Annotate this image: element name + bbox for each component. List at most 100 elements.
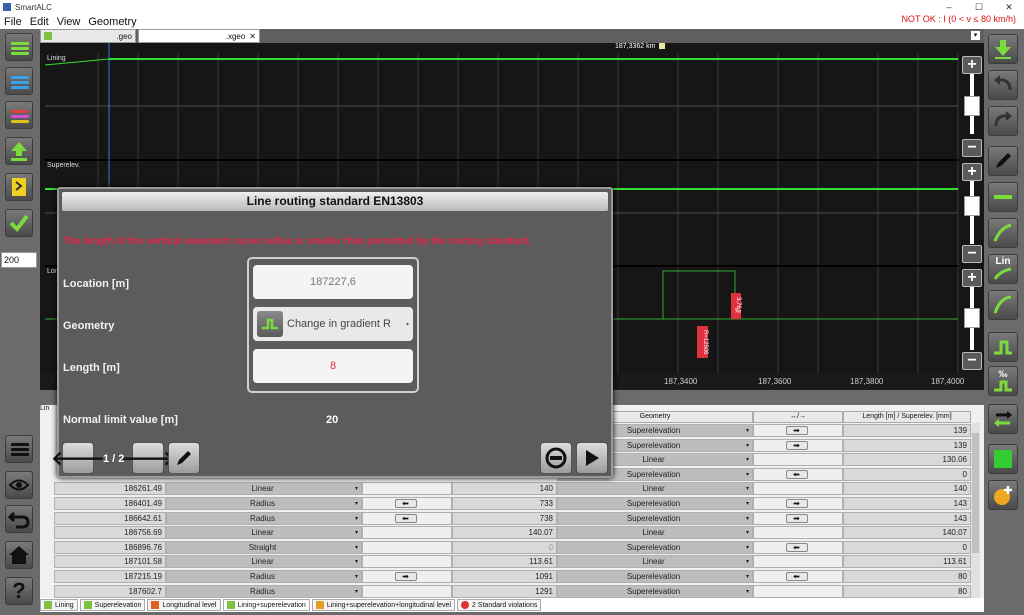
- cell-geom2[interactable]: Linear ▾: [557, 482, 753, 496]
- cell-geom1[interactable]: Radius ▾: [166, 584, 362, 598]
- straight-line-icon[interactable]: [988, 182, 1018, 212]
- minimize-button[interactable]: –: [934, 2, 964, 13]
- cell-geom1[interactable]: Radius ▾: [166, 497, 362, 510]
- direction-arrow-icon[interactable]: ⬅: [785, 469, 808, 479]
- lining-layer-button[interactable]: [5, 33, 33, 61]
- zoom-in-button[interactable]: +: [962, 269, 982, 287]
- cell-arrow1[interactable]: ⬅: [362, 511, 452, 525]
- cell-geom1[interactable]: Radius ▾: [166, 511, 362, 525]
- direction-arrow-icon[interactable]: ➡: [785, 499, 808, 508]
- menu-geometry[interactable]: Geometry: [84, 16, 140, 28]
- cell-arrow1[interactable]: [362, 555, 452, 569]
- eye-icon[interactable]: [5, 471, 33, 499]
- table-row[interactable]: 187602.7 Radius ▾ 1291 Superelevation ▾ 80: [54, 584, 971, 599]
- home-icon[interactable]: [5, 541, 33, 569]
- zoom-slider-handle[interactable]: [964, 196, 980, 216]
- zoom-in-button[interactable]: +: [962, 163, 982, 181]
- column-header-direction[interactable]: ↔/→: [753, 411, 843, 423]
- cell-arrow1[interactable]: [362, 482, 452, 496]
- cell-geom2[interactable]: Superelevation ▾: [557, 584, 753, 598]
- help-icon[interactable]: ?: [5, 577, 33, 605]
- redo-icon[interactable]: [988, 106, 1018, 136]
- cell-arrow2[interactable]: ➡: [753, 424, 843, 437]
- next-arrow-icon[interactable]: 🡒: [121, 442, 175, 474]
- cell-arrow2[interactable]: [753, 453, 843, 467]
- undo-back-icon[interactable]: [5, 505, 33, 533]
- cell-geom2[interactable]: Superelevation ▾: [557, 511, 753, 525]
- cell-arrow1[interactable]: [362, 584, 452, 598]
- edit-pencil-icon[interactable]: [988, 146, 1018, 176]
- table-row[interactable]: 186896.76 Straight ▾ 0 Superelevation ▾ ⬅ 0: [54, 540, 971, 555]
- lining-mode-button[interactable]: Lin: [988, 254, 1018, 284]
- table-row[interactable]: 186642.61 Radius ▾ ⬅ 738 Superelevation ▾ ➡ 143: [54, 511, 971, 526]
- cell-geom1[interactable]: Linear ▾: [166, 482, 362, 496]
- cell-geom2[interactable]: Linear ▾: [557, 526, 753, 540]
- tab-close-icon[interactable]: ✕: [249, 32, 256, 41]
- transition-curve-icon[interactable]: [988, 290, 1018, 320]
- check-icon[interactable]: [5, 209, 33, 237]
- superelevation-layer-button[interactable]: [5, 67, 33, 95]
- direction-arrow-icon[interactable]: ➡: [394, 572, 417, 581]
- table-scrollbar[interactable]: [971, 423, 980, 598]
- longitudinal-layer-button[interactable]: [5, 101, 33, 129]
- swap-arrows-icon[interactable]: [988, 404, 1018, 434]
- length-field[interactable]: 8: [253, 349, 413, 383]
- cell-arrow1[interactable]: ⬅: [362, 497, 452, 510]
- cell-arrow2[interactable]: ⬅: [753, 540, 843, 554]
- cell-arrow2[interactable]: ➡: [753, 511, 843, 525]
- menu-view[interactable]: View: [53, 16, 85, 28]
- bottom-tab-violations[interactable]: 2 Standard violations: [456, 599, 542, 611]
- cell-arrow2[interactable]: ➡: [753, 438, 843, 452]
- tab-geo[interactable]: .geo: [40, 29, 136, 43]
- bottom-tab-all-combined[interactable]: Lining+superelevation+longitudinal level: [311, 599, 455, 611]
- zoom-in-button[interactable]: +: [962, 56, 982, 74]
- cell-arrow2[interactable]: [753, 526, 843, 540]
- zoom-input[interactable]: 200: [1, 252, 37, 268]
- bottom-tab-lining-superelevation[interactable]: Lining+superelevation: [222, 599, 310, 611]
- cell-geom2[interactable]: Linear ▾: [557, 555, 753, 569]
- menu-icon[interactable]: [5, 435, 33, 463]
- add-point-icon[interactable]: [988, 480, 1018, 510]
- zoom-out-button[interactable]: −: [962, 245, 982, 263]
- bottom-tab-longitudinal[interactable]: Longitudinal level: [147, 599, 221, 611]
- gradient-permille-button[interactable]: ‰: [988, 366, 1018, 396]
- table-row[interactable]: 186401.49 Radius ▾ ⬅ 733 Superelevation ▾ ➡ 143: [54, 497, 971, 511]
- table-row[interactable]: 187215.19 Radius ▾ ➡ 1091 Superelevation ▾ ⬅ 80: [54, 570, 971, 584]
- bottom-tab-lining[interactable]: Lining: [40, 599, 78, 611]
- zoom-slider-handle[interactable]: [964, 96, 980, 116]
- bookmark-icon[interactable]: [5, 173, 33, 201]
- zoom-out-button[interactable]: −: [962, 139, 982, 157]
- tab-dropdown-icon[interactable]: ▾: [971, 31, 980, 40]
- cell-arrow2[interactable]: ⬅: [753, 570, 843, 583]
- cell-arrow1[interactable]: [362, 526, 452, 540]
- bottom-tab-superelevation[interactable]: Superelevation: [79, 599, 146, 611]
- column-header-length[interactable]: Length [m] / Superelev. [mm]: [843, 411, 971, 423]
- zoom-slider-handle[interactable]: [964, 308, 980, 328]
- cell-geom1[interactable]: Straight ▾: [166, 540, 362, 554]
- table-row[interactable]: 186261.49 Linear ▾ 140 Linear ▾ 140: [54, 482, 971, 496]
- cell-geom1[interactable]: Linear ▾: [166, 526, 362, 540]
- cell-geom1[interactable]: Linear ▾: [166, 555, 362, 569]
- cell-arrow2[interactable]: [753, 482, 843, 496]
- menu-edit[interactable]: Edit: [26, 16, 53, 28]
- previous-arrow-icon[interactable]: 🡐: [51, 442, 105, 474]
- close-button[interactable]: ✕: [994, 2, 1024, 13]
- cell-arrow2[interactable]: [753, 584, 843, 598]
- direction-arrow-icon[interactable]: ⬅: [785, 542, 808, 552]
- cell-arrow2[interactable]: ⬅: [753, 467, 843, 481]
- cell-arrow1[interactable]: [362, 540, 452, 554]
- remove-icon[interactable]: [540, 442, 572, 474]
- maximize-button[interactable]: ☐: [964, 2, 994, 13]
- cell-geom2[interactable]: Superelevation ▾: [557, 540, 753, 554]
- cell-arrow2[interactable]: [753, 555, 843, 569]
- curve-icon[interactable]: [988, 218, 1018, 248]
- geometry-select[interactable]: Change in gradient R ▾: [253, 307, 413, 341]
- table-row[interactable]: 187101.58 Linear ▾ 113.61 Linear ▾ 113.61: [54, 555, 971, 569]
- cell-arrow2[interactable]: ➡: [753, 497, 843, 510]
- direction-arrow-icon[interactable]: ⬅: [394, 513, 417, 523]
- cell-geom2[interactable]: Superelevation ▾: [557, 497, 753, 510]
- undo-icon[interactable]: [988, 70, 1018, 100]
- play-icon[interactable]: [576, 442, 608, 474]
- cell-arrow1[interactable]: ➡: [362, 570, 452, 583]
- edit-pencil-icon[interactable]: [168, 442, 200, 474]
